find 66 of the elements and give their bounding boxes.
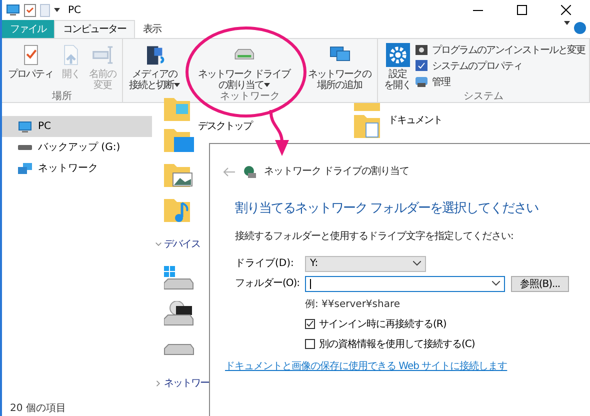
ribbon-button[interactable]: プロパティ (6, 39, 55, 91)
collapsed-chevron-icon[interactable] (155, 380, 162, 387)
back-arrow-icon[interactable] (223, 166, 235, 176)
ribbon-command[interactable]: 管理 (415, 75, 586, 89)
check-icon (306, 320, 314, 328)
computer-manage-icon (415, 76, 428, 88)
settings-icon (386, 43, 410, 67)
group-label: ネットワーク (220, 91, 280, 104)
browse-button[interactable]: 参照(B)... (511, 276, 569, 292)
item-label: ドキュメント (388, 114, 442, 128)
ribbon-button[interactable]: ネットワークの 場所の追加 (306, 39, 374, 91)
nav-item[interactable]: ネットワーク (2, 158, 152, 179)
ribbon-collapse-icon (564, 20, 570, 25)
web-site-link[interactable]: ドキュメントと画像の保存に使用できる Web サイトに接続します (225, 358, 508, 374)
windows-drive-icon (164, 266, 194, 292)
group-label: システム (464, 91, 504, 104)
dropdown-caret-icon (174, 83, 180, 88)
ribbon-tab[interactable]: コンピューター (54, 20, 135, 38)
status-text: 20 個の項目 (10, 402, 66, 416)
monitor-check-icon (415, 60, 428, 72)
dropdown-caret-icon (264, 83, 270, 88)
checkbox[interactable] (305, 339, 315, 349)
desktop-folder-icon (164, 128, 194, 154)
checkbox-label: サインイン時に再接続する(R) (319, 318, 446, 332)
folder-label: フォルダー(O): (235, 277, 301, 291)
drive-icon (164, 344, 194, 355)
network-icon (18, 162, 32, 174)
ribbon-command[interactable]: プログラムのアンインストールと変更 (415, 43, 586, 57)
item-label: デスクトップ (198, 120, 252, 134)
drive-dropdown[interactable]: Y: (305, 256, 426, 272)
computer-icon (18, 120, 32, 132)
properties-quick-icon[interactable] (24, 4, 36, 16)
ribbon-command[interactable]: システムのプロパティ (415, 59, 586, 73)
example-text: 例: ¥¥server¥share (305, 298, 402, 312)
folder-combobox[interactable] (305, 276, 505, 292)
open-settings-button[interactable]: 設定 を開く (382, 39, 414, 91)
bd-drive-icon (164, 301, 194, 328)
customize-caret-icon (54, 8, 60, 12)
group-label: 場所 (52, 91, 72, 104)
window-title: PC (68, 4, 82, 18)
chevron-down-icon (413, 261, 421, 266)
rename-icon (90, 43, 114, 67)
drive-label: ドライブ(D): (235, 256, 295, 271)
help-icon[interactable] (574, 22, 586, 34)
section-header: ネットワー (164, 376, 209, 391)
program-box-icon (415, 44, 428, 56)
instruction-text: 接続するフォルダーと使用するドライブ文字を指定してください: (235, 230, 514, 244)
close-icon (561, 5, 571, 15)
ribbon-tab[interactable]: 表示 (135, 20, 169, 38)
ribbon-button[interactable]: メディアの 接続と切断 (127, 39, 182, 91)
ribbon-button[interactable]: ネットワーク ドライブ の割り当て (196, 39, 292, 91)
checkbox[interactable] (305, 319, 315, 329)
checkbox-label: 別の資格情報を使用して接続する(C) (319, 338, 475, 352)
expanded-chevron-icon[interactable] (155, 241, 162, 248)
nav-item[interactable]: バックアップ (G:) (2, 137, 152, 158)
dialog-title: ネットワーク ドライブの割り当て (264, 164, 410, 179)
pictures-folder-icon (164, 162, 194, 189)
maximize-icon (517, 5, 527, 15)
computer-icon (6, 4, 20, 16)
globe-drive-icon (243, 165, 256, 178)
section-header: デバイス (164, 238, 200, 252)
callout-arrow (268, 110, 292, 156)
nav-item[interactable]: PC (2, 116, 152, 137)
chevron-down-icon (492, 281, 500, 286)
dialog-heading: 割り当てるネットワーク フォルダーを選択してください (235, 200, 540, 218)
drive-icon (18, 145, 32, 150)
